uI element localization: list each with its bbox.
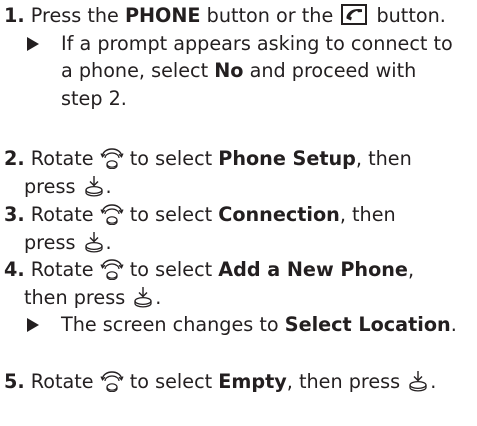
- phone-handset-button-icon: [341, 4, 368, 25]
- note-text: .: [450, 313, 457, 336]
- step-text: , then: [339, 203, 396, 226]
- menu-item-label: Empty: [218, 370, 287, 393]
- interface-dial-rotate-icon: [100, 258, 124, 280]
- step-text: .: [105, 230, 112, 254]
- triangle-bullet-icon: [27, 36, 39, 51]
- step-text: then press: [24, 285, 132, 309]
- step-text: to select: [123, 147, 219, 170]
- interface-dial-rotate-icon: [100, 203, 124, 225]
- step-3-line: 3. Rotate to select Connection, then: [4, 201, 477, 229]
- menu-item-label: Add a New Phone: [218, 258, 408, 281]
- step-number: 5.: [4, 370, 25, 393]
- interface-dial-rotate-icon: [100, 370, 124, 392]
- interface-dial-press-icon: [82, 175, 106, 197]
- step-1: 1. Press the PHONE button or the button.…: [4, 2, 477, 112]
- step-text: Rotate: [24, 203, 100, 226]
- step-text: .: [105, 174, 112, 198]
- step-4-line-2: then press .: [4, 284, 477, 312]
- step-4-line: 4. Rotate to select Add a New Phone,: [4, 256, 477, 284]
- step-2-line: 2. Rotate to select Phone Setup, then: [4, 145, 477, 173]
- menu-item-label: Connection: [218, 203, 340, 226]
- interface-dial-press-icon: [406, 370, 430, 392]
- note-text: a phone, select: [61, 59, 215, 82]
- step-text: Rotate: [24, 370, 100, 393]
- note-line: step 2.: [61, 86, 127, 110]
- step-4: 4. Rotate to select Add a New Phone, the…: [4, 256, 477, 339]
- step-3-line-2: press .: [4, 229, 477, 257]
- note-line: The screen changes to Select Location.: [24, 311, 477, 339]
- note-line: a phone, select No and proceed with: [24, 57, 477, 85]
- step-2: 2. Rotate to select Phone Setup, then pr…: [4, 145, 477, 200]
- step-text: to select: [123, 203, 219, 226]
- step-number: 3.: [4, 203, 25, 226]
- step-4-note: The screen changes to Select Location.: [4, 311, 477, 339]
- step-3: 3. Rotate to select Connection, then pre…: [4, 201, 477, 256]
- step-number: 4.: [4, 258, 25, 281]
- step-1-line: 1. Press the PHONE button or the button.: [4, 2, 477, 30]
- note-line: If a prompt appears asking to connect to: [61, 31, 453, 55]
- step-text: Rotate: [24, 258, 100, 281]
- step-text: to select: [123, 258, 219, 281]
- triangle-bullet-icon: [27, 318, 39, 332]
- step-5-line: 5. Rotate to select Empty, then press .: [4, 368, 477, 396]
- step-text: button.: [370, 4, 446, 27]
- menu-item-label: Phone Setup: [218, 147, 356, 170]
- step-5: 5. Rotate to select Empty, then press .: [4, 368, 477, 396]
- screen-name-label: Select Location: [284, 313, 451, 336]
- phone-button-label: PHONE: [124, 4, 201, 27]
- step-number: 1.: [4, 4, 25, 27]
- step-text: Rotate: [24, 147, 100, 170]
- interface-dial-press-icon: [131, 286, 155, 308]
- step-number: 2.: [4, 147, 25, 170]
- interface-dial-press-icon: [82, 231, 106, 253]
- step-text: .: [155, 285, 162, 309]
- interface-dial-rotate-icon: [100, 147, 124, 169]
- note-text: The screen changes to: [61, 313, 285, 336]
- instruction-list: 1. Press the PHONE button or the button.…: [0, 0, 477, 426]
- step-text: press: [24, 230, 82, 254]
- step-text: , then press: [286, 370, 407, 393]
- note-text: and proceed with: [243, 59, 417, 82]
- step-text: to select: [123, 370, 219, 393]
- step-text: ,: [407, 258, 415, 281]
- step-text: press: [24, 174, 82, 198]
- step-text: Press the: [24, 4, 125, 27]
- step-text: .: [430, 370, 437, 393]
- step-text: button or the: [200, 4, 340, 27]
- no-option-label: No: [214, 59, 244, 82]
- step-text: , then: [355, 147, 412, 170]
- step-1-note: If a prompt appears asking to connect to…: [4, 30, 477, 113]
- step-2-line-2: press .: [4, 173, 477, 201]
